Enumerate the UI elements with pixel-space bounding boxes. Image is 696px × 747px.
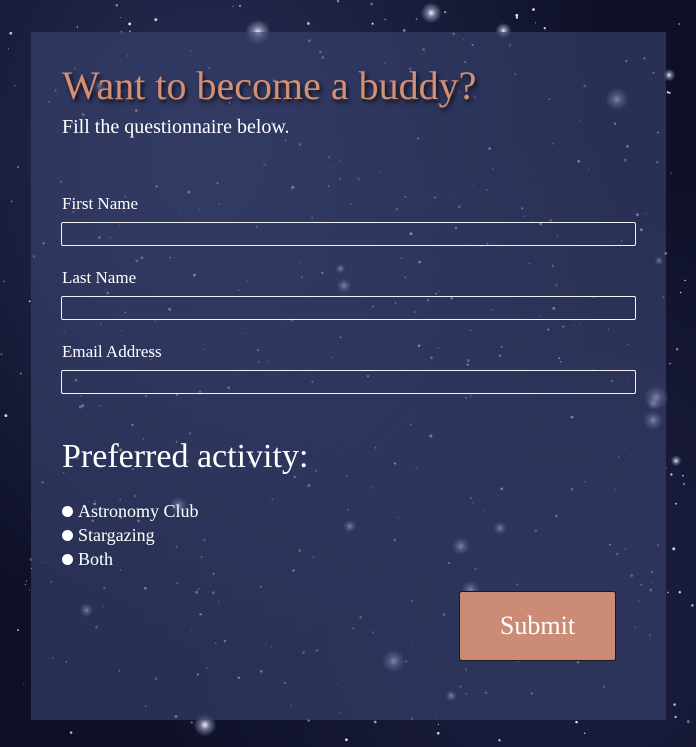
star: [675, 502, 677, 505]
star: [682, 482, 686, 486]
glowing-star: [670, 455, 682, 467]
star: [154, 18, 158, 22]
radio-button-icon[interactable]: [62, 529, 73, 541]
star: [0, 353, 3, 356]
star: [20, 372, 22, 375]
star: [336, 0, 340, 3]
star: [9, 31, 13, 35]
star: [115, 4, 119, 7]
star: [575, 720, 578, 724]
preferred-activity-heading: Preferred activity:: [62, 438, 309, 475]
star: [3, 280, 5, 283]
first-name-input[interactable]: [61, 222, 636, 246]
star: [678, 23, 680, 25]
star: [25, 580, 28, 582]
star: [667, 591, 669, 594]
radio-label-astronomy-club: Astronomy Club: [78, 500, 199, 521]
star: [668, 91, 671, 94]
star: [190, 721, 193, 724]
star: [584, 732, 586, 734]
star: [515, 14, 519, 17]
star: [543, 27, 546, 30]
last-name-input[interactable]: [61, 296, 636, 320]
star: [370, 2, 373, 6]
star: [437, 723, 440, 726]
star: [23, 684, 25, 685]
star: [17, 629, 19, 631]
page-subtitle: Fill the questionnaire below.: [62, 116, 290, 138]
star: [534, 22, 537, 24]
star: [686, 720, 690, 724]
star: [232, 5, 234, 8]
star: [69, 731, 73, 734]
radio-option-stargazing[interactable]: Stargazing: [62, 524, 155, 546]
star: [4, 414, 8, 417]
radio-option-astronomy-club[interactable]: Astronomy Club: [62, 500, 199, 522]
last-name-label: Last Name: [62, 268, 137, 287]
radio-option-both[interactable]: Both: [62, 548, 113, 570]
star: [17, 166, 19, 168]
star: [120, 16, 122, 18]
star: [24, 583, 26, 586]
star: [28, 589, 31, 591]
submit-button[interactable]: Submit: [459, 591, 616, 661]
star: [675, 347, 679, 351]
star: [684, 279, 686, 282]
star: [345, 738, 348, 742]
star: [498, 738, 501, 742]
email-address-input[interactable]: [61, 370, 636, 394]
email-address-label: Email Address: [62, 342, 162, 361]
star: [691, 604, 694, 607]
radio-button-icon[interactable]: [62, 505, 73, 517]
star: [128, 22, 132, 26]
radio-button-icon[interactable]: [62, 553, 73, 565]
star: [679, 291, 682, 294]
page-title: Want to become a buddy?: [62, 63, 477, 108]
star: [670, 172, 672, 174]
star: [666, 91, 669, 94]
star: [238, 4, 242, 7]
star: [306, 21, 310, 25]
star: [444, 10, 447, 14]
star: [7, 48, 9, 50]
first-name-label: First Name: [62, 194, 139, 213]
star: [371, 22, 374, 25]
star: [437, 731, 440, 735]
star: [678, 591, 681, 594]
questionnaire-card: Want to become a buddy? Fill the questio…: [31, 32, 666, 720]
star: [673, 703, 676, 706]
star: [76, 26, 78, 28]
star: [669, 362, 671, 365]
star: [384, 18, 386, 21]
star: [532, 8, 535, 11]
star: [515, 16, 519, 19]
star: [672, 547, 676, 551]
radio-label-stargazing: Stargazing: [78, 524, 155, 545]
star: [681, 474, 684, 477]
star: [14, 84, 16, 87]
star: [10, 200, 13, 203]
star: [415, 18, 418, 20]
star: [674, 715, 677, 719]
radio-label-both: Both: [78, 548, 114, 569]
star: [373, 720, 377, 724]
star: [670, 473, 673, 476]
glowing-star: [420, 2, 442, 24]
